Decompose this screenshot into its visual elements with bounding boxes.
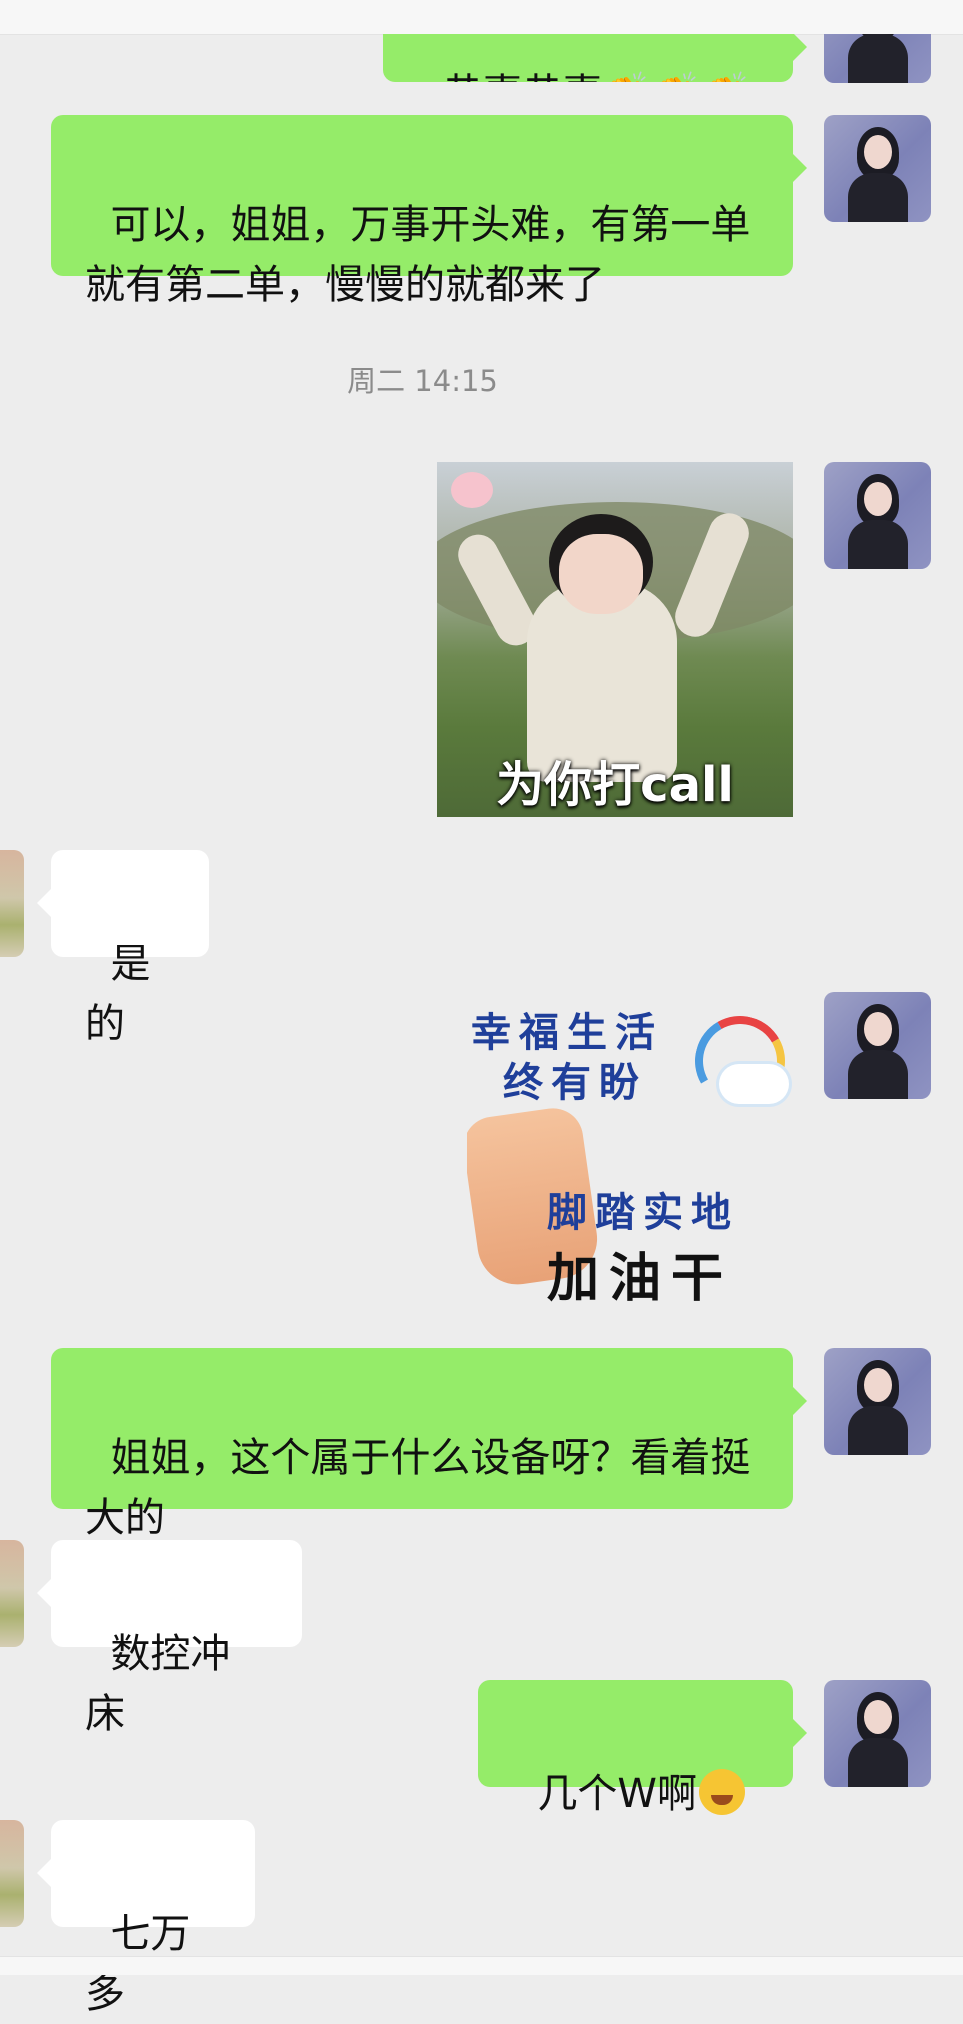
sticker-text: 脚踏实地 <box>547 1190 739 1236</box>
cloud-icon <box>719 1064 789 1104</box>
sticker-text: 终有盼 <box>503 1060 647 1106</box>
top-bar <box>0 0 963 35</box>
avatar[interactable] <box>824 1348 931 1455</box>
message-text: 几个W啊 <box>537 1771 697 1817</box>
timestamp: 周二 14:15 <box>347 364 498 398</box>
avatar[interactable] <box>824 992 931 1099</box>
sticker-text: 加油干 <box>547 1249 734 1309</box>
avatar[interactable] <box>0 1540 24 1647</box>
sticker-caption: 为你打call <box>496 757 734 813</box>
pig-icon <box>451 472 493 508</box>
avatar[interactable] <box>0 850 24 957</box>
avatar[interactable] <box>824 115 931 222</box>
message-text: 是的 <box>85 941 151 1047</box>
message-text: 姐姐，这个属于什么设备呀？看着挺大的 <box>85 1435 751 1541</box>
sticker-image[interactable]: 为你打call <box>437 462 793 817</box>
message-bubble-self[interactable]: 姐姐，这个属于什么设备呀？看着挺大的 <box>51 1348 807 1541</box>
message-text: 恭喜恭喜👏👏👏 <box>442 71 752 117</box>
message-bubble-other[interactable]: 七万多 <box>37 1820 255 2017</box>
sticker-image[interactable]: 幸福生活 终有盼 脚踏实地 加油干 <box>467 992 793 1312</box>
avatar[interactable] <box>824 1680 931 1787</box>
message-bubble-self[interactable]: 几个W啊 <box>478 1680 807 1817</box>
message-bubble-other[interactable]: 数控冲床 <box>37 1540 302 1737</box>
message-text: 可以，姐姐，万事开头难，有第一单就有第二单，慢慢的就都来了 <box>85 202 751 308</box>
avatar[interactable] <box>824 462 931 569</box>
message-text: 数控冲床 <box>85 1631 231 1737</box>
bottom-bar <box>0 1956 963 1975</box>
avatar[interactable] <box>0 1820 24 1927</box>
facepalm-laugh-icon <box>699 1769 745 1815</box>
message-bubble-self[interactable]: 可以，姐姐，万事开头难，有第一单就有第二单，慢慢的就都来了 <box>51 115 807 308</box>
message-bubble-other[interactable]: 是的 <box>37 850 209 1047</box>
